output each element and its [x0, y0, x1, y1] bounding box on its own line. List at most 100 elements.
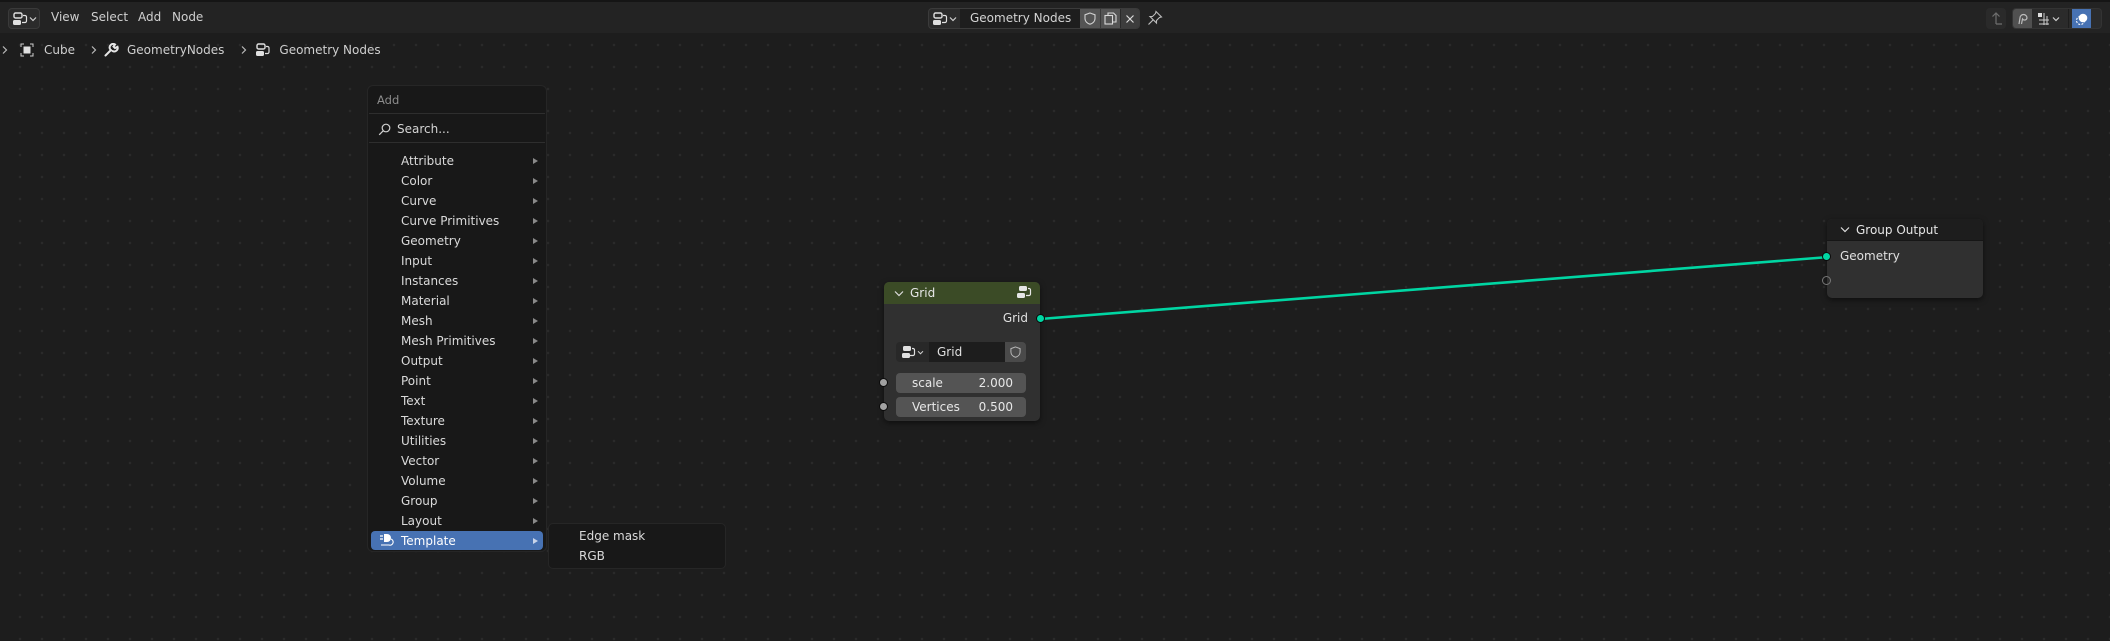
- menu-item-label: Vector: [401, 453, 440, 468]
- input-socket-geometry[interactable]: [1822, 252, 1831, 261]
- menu-item-output[interactable]: Output: [371, 351, 543, 370]
- submenu-arrow-icon: [533, 177, 538, 184]
- menu-item-color[interactable]: Color: [371, 171, 543, 190]
- browse-node-group-button[interactable]: [896, 342, 929, 362]
- menu-add[interactable]: Add: [138, 10, 161, 24]
- menu-node[interactable]: Node: [172, 10, 203, 24]
- menu-item-label: Input: [401, 253, 433, 268]
- snap-grid-icon: [2038, 12, 2049, 25]
- template-submenu: Edge mask RGB: [548, 523, 726, 569]
- submenu-arrow-icon: [533, 217, 538, 224]
- group-output-node-header[interactable]: Group Output: [1827, 219, 1983, 241]
- menu-item-label: Attribute: [401, 153, 454, 168]
- menu-select[interactable]: Select: [91, 10, 128, 24]
- snap-toggle-button[interactable]: [2013, 9, 2032, 28]
- menu-item-layout[interactable]: Layout: [371, 511, 543, 530]
- menu-item-instances[interactable]: Instances: [371, 271, 543, 290]
- breadcrumb-modifier[interactable]: GeometryNodes: [127, 43, 224, 57]
- shield-icon: [1084, 12, 1096, 25]
- menu-item-label: Texture: [401, 413, 445, 428]
- menu-item-text[interactable]: Text: [371, 391, 543, 410]
- pin-icon[interactable]: [1147, 10, 1163, 26]
- menu-item-label: Utilities: [401, 433, 447, 448]
- menu-item-label: Instances: [401, 273, 459, 288]
- submenu-arrow-icon: [533, 277, 538, 284]
- duplicate-icon: [1104, 12, 1117, 25]
- shield-icon: [1010, 346, 1021, 358]
- menu-item-mesh-primitives[interactable]: Mesh Primitives: [371, 331, 543, 350]
- breadcrumb: Cube GeometryNodes Geometry Nodes: [0, 40, 381, 60]
- menu-item-input[interactable]: Input: [371, 251, 543, 270]
- menu-view[interactable]: View: [51, 10, 79, 24]
- template-icon: [380, 534, 394, 546]
- input-socket-empty[interactable]: [1822, 276, 1831, 285]
- group-output-node[interactable]: Group Output Geometry: [1822, 219, 1983, 298]
- scale-field[interactable]: scale 2.000: [896, 373, 1026, 393]
- collapse-chevron-icon[interactable]: [894, 290, 904, 297]
- submenu-arrow-icon: [533, 497, 538, 504]
- menu-item-attribute[interactable]: Attribute: [371, 151, 543, 170]
- fake-user-button[interactable]: [1080, 9, 1100, 28]
- menu-item-texture[interactable]: Texture: [371, 411, 543, 430]
- menu-item-label: Group: [401, 493, 438, 508]
- menu-item-label: Geometry: [401, 233, 461, 248]
- node-group-name-field[interactable]: Grid: [929, 342, 1005, 362]
- fake-user-button[interactable]: [1005, 342, 1026, 362]
- submenu-arrow-icon: [533, 397, 538, 404]
- menu-item-geometry[interactable]: Geometry: [371, 231, 543, 250]
- menu-item-vector[interactable]: Vector: [371, 451, 543, 470]
- menu-item-curve[interactable]: Curve: [371, 191, 543, 210]
- menu-item-volume[interactable]: Volume: [371, 471, 543, 490]
- duplicate-node-tree-button[interactable]: [1100, 9, 1120, 28]
- submenu-arrow-icon: [533, 197, 538, 204]
- editor-type-button[interactable]: [8, 8, 40, 29]
- node-tree-name-field[interactable]: Geometry Nodes: [960, 9, 1080, 28]
- submenu-arrow-icon: [533, 257, 538, 264]
- chevron-down-icon: [917, 350, 924, 354]
- menu-separator: [369, 142, 545, 143]
- vertices-field[interactable]: Vertices 0.500: [896, 397, 1026, 417]
- input-socket-scale[interactable]: [879, 378, 888, 387]
- menu-item-curve-primitives[interactable]: Curve Primitives: [371, 211, 543, 230]
- snap-icon: [2018, 13, 2028, 24]
- menu-item-group[interactable]: Group: [371, 491, 543, 510]
- grid-node[interactable]: Grid Grid Grid scale 2.000 Vertices 0.50…: [879, 282, 1045, 421]
- grid-node-title: Grid: [910, 286, 936, 300]
- menu-item-label: Template: [401, 533, 456, 548]
- menu-item-template[interactable]: Template: [371, 531, 543, 550]
- menu-item-label: Color: [401, 173, 433, 188]
- vertices-value: 0.500: [978, 400, 1013, 414]
- grid-node-header[interactable]: Grid: [884, 282, 1040, 304]
- unlink-node-tree-button[interactable]: [1120, 9, 1139, 28]
- menu-item-point[interactable]: Point: [371, 371, 543, 390]
- add-menu-search[interactable]: Search...: [378, 120, 450, 138]
- browse-node-tree-button[interactable]: [929, 9, 960, 28]
- menu-item-mesh[interactable]: Mesh: [371, 311, 543, 330]
- breadcrumb-node-tree[interactable]: Geometry Nodes: [279, 43, 380, 57]
- parent-node-tree-button[interactable]: [1986, 8, 2006, 29]
- menu-item-label: Text: [401, 393, 426, 408]
- snap-element-dropdown[interactable]: [2032, 9, 2064, 28]
- menu-item-label: Volume: [401, 473, 446, 488]
- submenu-arrow-icon: [533, 537, 538, 544]
- add-menu-title: Add: [377, 93, 400, 107]
- breadcrumb-object[interactable]: Cube: [44, 43, 75, 57]
- object-icon: [20, 43, 34, 57]
- node-tree-icon: [933, 11, 948, 25]
- submenu-arrow-icon: [533, 457, 538, 464]
- submenu-arrow-icon: [533, 317, 538, 324]
- collapse-chevron-icon[interactable]: [1840, 226, 1850, 233]
- output-socket-grid[interactable]: [1036, 314, 1045, 323]
- menu-item-material[interactable]: Material: [371, 291, 543, 310]
- node-editor-canvas[interactable]: [0, 33, 2110, 641]
- menu-item-label: Curve Primitives: [401, 213, 500, 228]
- group-output-node-title: Group Output: [1856, 222, 1939, 237]
- menu-item-label: Curve: [401, 193, 437, 208]
- submenu-item-rgb[interactable]: RGB: [579, 549, 605, 563]
- output-socket-label: Grid: [1002, 311, 1028, 325]
- input-socket-vertices[interactable]: [879, 402, 888, 411]
- submenu-item-edge-mask[interactable]: Edge mask: [579, 529, 645, 543]
- menu-item-utilities[interactable]: Utilities: [371, 431, 543, 450]
- chevron-right-icon: [91, 46, 97, 54]
- submenu-arrow-icon: [533, 357, 538, 364]
